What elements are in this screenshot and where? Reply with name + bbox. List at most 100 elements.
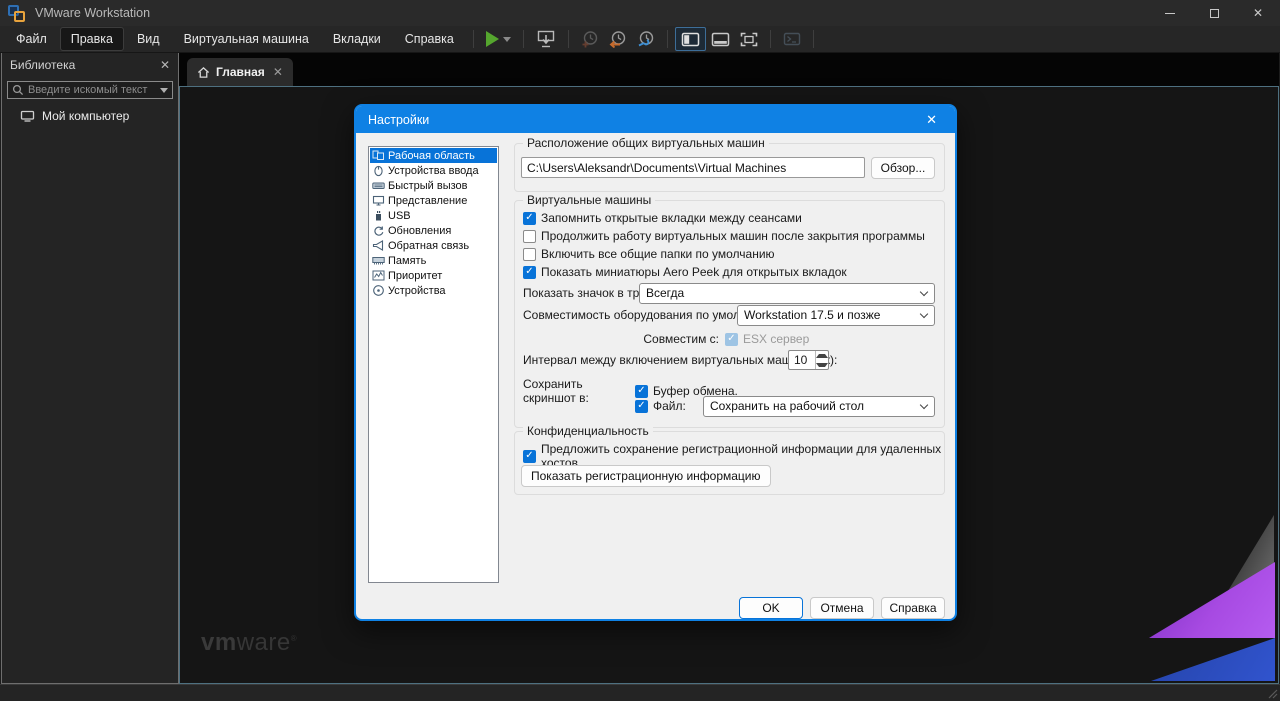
mouse-icon (372, 164, 385, 177)
computer-icon (20, 110, 35, 122)
send-ctrl-alt-del-button[interactable] (531, 27, 561, 51)
checkbox-remember-tabs[interactable]: ✓ (523, 212, 536, 225)
activity-chart-icon (372, 269, 385, 282)
search-input[interactable] (28, 84, 156, 96)
settings-nav-priority[interactable]: Приоритет (370, 268, 497, 283)
help-button[interactable]: Справка (881, 597, 945, 619)
library-search[interactable] (7, 81, 173, 99)
take-snapshot-button[interactable] (576, 27, 604, 51)
revert-snapshot-button[interactable] (604, 27, 632, 51)
compatible-with-label: Совместим с: (523, 332, 725, 346)
close-button[interactable]: ✕ (1236, 0, 1280, 26)
thumbnail-bar-icon (711, 32, 730, 47)
settings-nav-usb[interactable]: USB (370, 208, 497, 223)
hw-compat-select[interactable]: Workstation 17.5 и позже (737, 305, 935, 326)
settings-nav-input[interactable]: Устройства ввода (370, 163, 497, 178)
memory-icon (372, 254, 385, 267)
esx-server-label: ESX сервер (743, 332, 809, 346)
checkbox-aero-peek[interactable]: ✓ (523, 266, 536, 279)
show-thumbnail-bar-button[interactable] (706, 27, 735, 51)
chevron-down-icon (503, 37, 511, 42)
home-icon (197, 66, 210, 79)
settings-nav-updates[interactable]: Обновления (370, 223, 497, 238)
settings-dialog: Настройки ✕ Рабочая область Устройства в… (354, 104, 957, 621)
decor-triangle-purple (1149, 562, 1275, 638)
checkbox-save-credentials[interactable]: ✓ (523, 450, 536, 463)
library-close-icon[interactable]: ✕ (160, 58, 170, 72)
maximize-button[interactable] (1192, 0, 1236, 26)
tab-close-icon[interactable]: ✕ (273, 65, 283, 79)
tab-home-label: Главная (216, 65, 265, 79)
cancel-button[interactable]: Отмена (810, 597, 874, 619)
settings-nav-hotkeys[interactable]: Быстрый вызов (370, 178, 497, 193)
menu-vm[interactable]: Виртуальная машина (174, 28, 319, 50)
fullscreen-icon (740, 32, 758, 47)
checkbox-aero-peek-label: Показать миниатюры Aero Peek для открыты… (541, 265, 847, 279)
snapshot-clock-revert-icon (609, 30, 627, 48)
file-label: Файл: (653, 399, 686, 413)
status-bar (0, 684, 1280, 701)
power-on-button[interactable] (481, 27, 516, 51)
dialog-titlebar: Настройки ✕ (356, 106, 955, 133)
fullscreen-button[interactable] (735, 27, 763, 51)
browse-button[interactable]: Обзор... (871, 157, 935, 179)
settings-nav-memory[interactable]: Память (370, 253, 497, 268)
show-credentials-button[interactable]: Показать регистрационную информацию (521, 465, 771, 487)
power-interval-value[interactable]: 10 (789, 351, 815, 369)
spinner-up-icon[interactable] (816, 351, 828, 360)
settings-nav-display[interactable]: Представление (370, 193, 497, 208)
spinner-down-icon[interactable] (816, 360, 828, 369)
keyboard-icon (372, 179, 385, 192)
snapshot-clock-wrench-icon (637, 30, 655, 48)
menu-tabs[interactable]: Вкладки (323, 28, 391, 50)
snapshot-clock-plus-icon (581, 30, 599, 48)
tree-item-label: Мой компьютер (42, 109, 129, 123)
checkbox-keep-running-label: Продолжить работу виртуальных машин посл… (541, 229, 925, 243)
console-button[interactable] (778, 27, 806, 51)
megaphone-icon (372, 239, 385, 252)
checkbox-clipboard[interactable]: ✓ (635, 385, 648, 398)
snapshot-manager-button[interactable] (632, 27, 660, 51)
disc-icon (372, 284, 385, 297)
group-privacy: Конфиденциальность ✓ Предложить сохранен… (514, 431, 945, 495)
checkbox-remember-tabs-label: Запомнить открытые вкладки между сеансам… (541, 211, 802, 225)
menu-view[interactable]: Вид (127, 28, 170, 50)
tab-home[interactable]: Главная ✕ (187, 58, 293, 86)
checkbox-file[interactable]: ✓ (635, 400, 648, 413)
search-dropdown-icon[interactable] (160, 88, 168, 93)
menu-edit[interactable]: Правка (61, 28, 123, 50)
ok-button[interactable]: OK (739, 597, 803, 619)
settings-nav-devices[interactable]: Устройства (370, 283, 497, 298)
checkbox-esx-server: ✓ (725, 333, 738, 346)
console-icon (783, 32, 801, 46)
refresh-icon (372, 224, 385, 237)
menu-file[interactable]: Файл (6, 28, 57, 50)
minimize-button[interactable] (1148, 0, 1192, 26)
settings-nav-workspace[interactable]: Рабочая область (370, 148, 497, 163)
chevron-down-icon (920, 400, 928, 408)
vmware-app-icon (8, 5, 25, 22)
vm-location-input[interactable] (521, 157, 865, 178)
tab-bar: Главная ✕ (179, 53, 1279, 86)
checkbox-keep-running[interactable]: ✓ (523, 230, 536, 243)
dialog-title: Настройки (368, 113, 429, 127)
vmware-logo: vmware® (201, 629, 297, 657)
group-virtual-machines: Виртуальные машины ✓ Запомнить открытые … (514, 200, 945, 428)
library-panel-icon (681, 32, 700, 47)
tray-icon-select[interactable]: Всегда (639, 283, 935, 304)
settings-nav-feedback[interactable]: Обратная связь (370, 238, 497, 253)
resize-grip[interactable] (1266, 687, 1278, 699)
power-interval-spinner[interactable]: 10 (788, 350, 829, 370)
menu-help[interactable]: Справка (395, 28, 464, 50)
checkbox-shared-folders-label: Включить все общие папки по умолчанию (541, 247, 775, 261)
checkbox-shared-folders[interactable]: ✓ (523, 248, 536, 261)
show-library-button[interactable] (675, 27, 706, 51)
dialog-close-icon[interactable]: ✕ (920, 112, 943, 128)
group-virtual-machines-title: Виртуальные машины (523, 193, 655, 207)
library-title: Библиотека (10, 58, 75, 72)
chevron-down-icon (920, 309, 928, 317)
sidebar-item-my-computer[interactable]: Мой компьютер (2, 103, 178, 127)
file-destination-select[interactable]: Сохранить на рабочий стол (703, 396, 935, 417)
play-icon (486, 31, 499, 47)
tray-icon-label: Показать значок в трее: (523, 286, 656, 300)
